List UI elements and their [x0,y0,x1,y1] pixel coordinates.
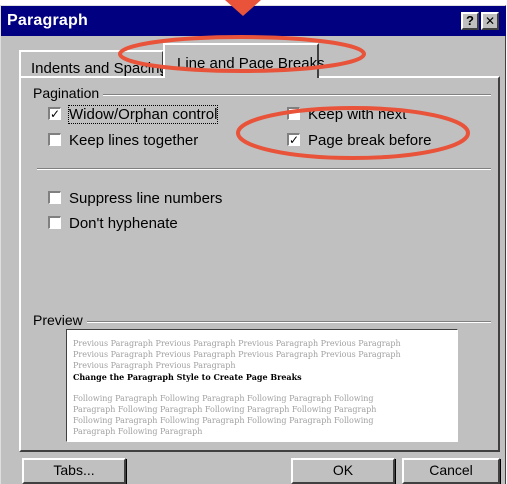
tab-breaks-label: Line and Page Breaks [177,55,325,72]
keep-with-next-box[interactable] [287,107,300,120]
pagination-group-label: Pagination [33,85,104,101]
preview-box: Previous Paragraph Previous Paragraph Pr… [66,329,458,442]
paragraph-dialog: Paragraph ? ✕ Indents and Spacing Line a… [0,5,506,484]
preview-following-line: Paragraph Following Paragraph Following … [73,405,377,414]
help-button[interactable]: ? [461,12,479,30]
suppress-line-numbers-box[interactable] [48,191,61,204]
preview-following-line: Following Paragraph Following Paragraph … [73,394,374,403]
preview-group-label: Preview [33,312,87,328]
keep-lines-together-box[interactable] [48,133,61,146]
keep-with-next-label: Keep with next [308,106,407,123]
ok-button[interactable]: OK [291,458,395,484]
close-button[interactable]: ✕ [481,12,499,30]
preview-previous-line: Previous Paragraph Previous Paragraph Pr… [73,339,401,348]
keep-lines-together-label: Keep lines together [69,132,199,149]
dont-hyphenate-box[interactable] [48,216,61,229]
widow-orphan-box[interactable]: ✓ [48,107,61,120]
tab-indents-and-spacing[interactable]: Indents and Spacing [19,50,168,77]
options-divider [37,168,491,170]
dialog-title: Paragraph [7,12,88,29]
page-break-before-box[interactable]: ✓ [287,133,300,146]
title-bar[interactable]: Paragraph ? ✕ [1,6,506,36]
pagination-divider [37,94,491,96]
widow-orphan-label: Widow/Orphan control [67,105,219,124]
suppress-line-numbers-label: Suppress line numbers [69,190,223,207]
cancel-button[interactable]: Cancel [402,458,500,484]
preview-following-line: Following Paragraph Following Paragraph … [73,416,374,425]
tab-indents-label: Indents and Spacing [31,60,168,77]
page-break-before-label: Page break before [308,132,432,149]
preview-previous-line: Previous Paragraph Previous Paragraph Pr… [73,350,401,359]
tabs-button[interactable]: Tabs... [22,458,126,484]
preview-following-line: Paragraph Following Paragraph [73,427,203,436]
preview-current-line: Change the Paragraph Style to Create Pag… [73,372,302,382]
preview-divider [37,321,491,323]
tab-line-and-page-breaks[interactable]: Line and Page Breaks [163,43,325,78]
preview-previous-line: Previous Paragraph Previous Paragraph [73,361,236,370]
dont-hyphenate-label: Don't hyphenate [69,215,178,232]
